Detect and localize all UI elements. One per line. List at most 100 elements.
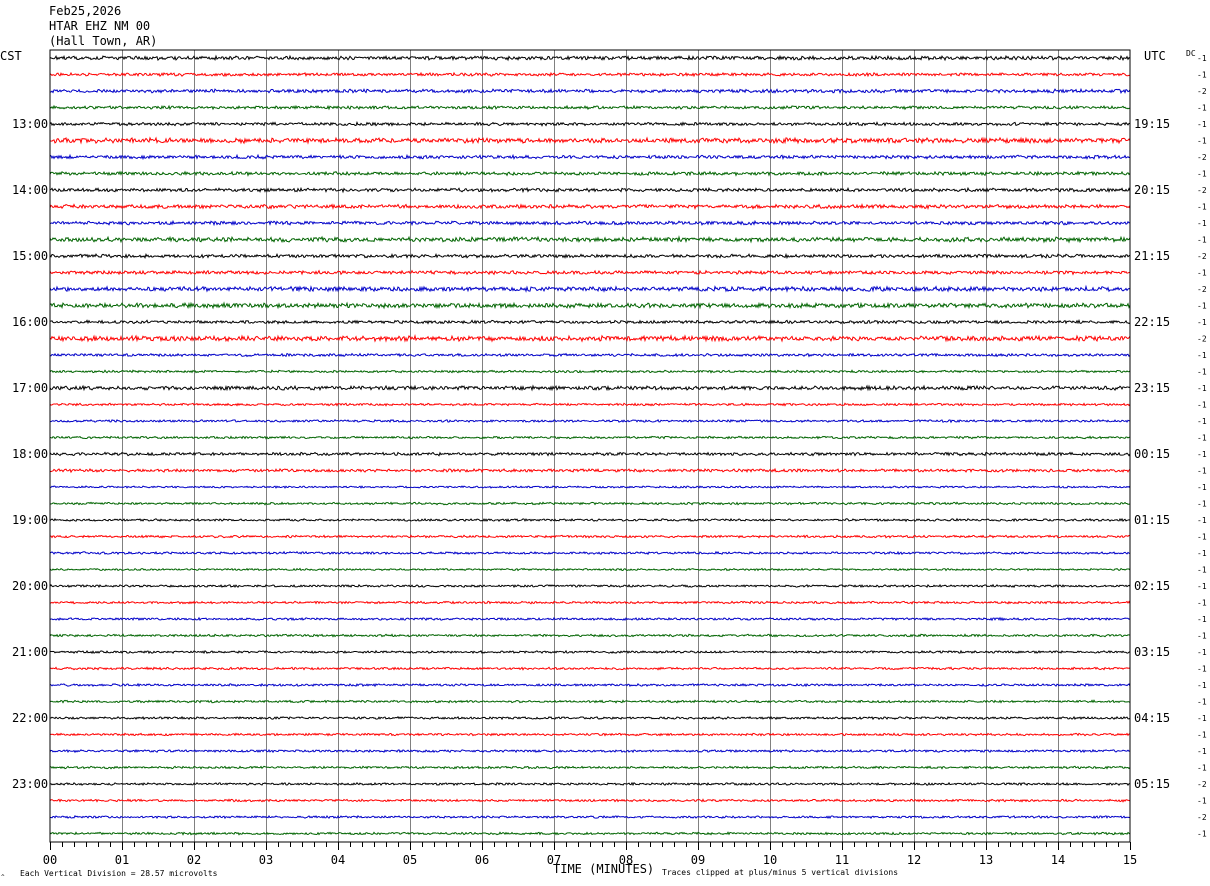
trace-row <box>49 170 1131 177</box>
left-zone-label: CST <box>0 49 22 63</box>
dc-offset-label: -1 <box>1197 698 1207 707</box>
trace-row <box>49 467 1131 474</box>
corner-mark: ^ <box>1 874 5 881</box>
cst-hour-label: 19:00 <box>12 513 48 527</box>
trace-row <box>49 781 1131 787</box>
dc-offset-label: -1 <box>1197 368 1207 377</box>
cst-hour-label: 23:00 <box>12 777 48 791</box>
x-tick-label: 00 <box>43 853 57 867</box>
dc-offset-label: -1 <box>1197 219 1207 228</box>
x-tick-label: 03 <box>259 853 273 867</box>
trace-row <box>49 333 1131 343</box>
dc-offset-label: -2 <box>1197 186 1207 195</box>
x-tick-label: 01 <box>115 853 129 867</box>
dc-offset-label: -1 <box>1197 318 1207 327</box>
x-tick-label: 10 <box>763 853 777 867</box>
x-tick-label: 06 <box>475 853 489 867</box>
cst-hour-label: 17:00 <box>12 381 48 395</box>
trace-row <box>49 583 1131 589</box>
utc-hour-label: 05:15 <box>1134 777 1170 791</box>
trace-row <box>49 319 1131 325</box>
utc-hour-label: 21:15 <box>1134 249 1170 263</box>
dc-offset-label: -1 <box>1197 351 1207 360</box>
trace-row <box>49 219 1131 227</box>
dc-offset-label: -2 <box>1197 285 1207 294</box>
trace-row <box>49 186 1131 194</box>
dc-offset-label: -1 <box>1197 302 1207 311</box>
utc-hour-label: 19:15 <box>1134 117 1170 131</box>
trace-row <box>49 814 1131 820</box>
dc-offset-label: -1 <box>1197 516 1207 525</box>
trace-row <box>49 235 1131 244</box>
dc-offset-label: -1 <box>1197 401 1207 410</box>
trace-row <box>49 699 1131 704</box>
cst-hour-label: 14:00 <box>12 183 48 197</box>
trace-row <box>49 715 1131 721</box>
trace-row <box>49 501 1131 506</box>
trace-row <box>49 798 1131 803</box>
x-tick-label: 13 <box>979 853 993 867</box>
trace-row <box>50 418 1131 424</box>
right-zone-label: UTC <box>1144 49 1166 63</box>
dc-offset-label: -1 <box>1197 500 1207 509</box>
dc-offset-label: -1 <box>1197 434 1207 443</box>
dc-offset-label: -1 <box>1197 417 1207 426</box>
trace-row <box>49 71 1131 78</box>
seismogram-page: Feb25,2026 HTAR EHZ NM 00 (Hall Town, AR… <box>0 0 1210 886</box>
dc-offset-label: -1 <box>1197 137 1207 146</box>
utc-hour-label: 00:15 <box>1134 447 1170 461</box>
dc-offset-label: -1 <box>1197 714 1207 723</box>
trace-row <box>49 616 1131 622</box>
utc-hour-label: 03:15 <box>1134 645 1170 659</box>
x-tick-label: 08 <box>619 853 633 867</box>
x-tick-label: 12 <box>907 853 921 867</box>
utc-hour-label: 23:15 <box>1134 381 1170 395</box>
trace-row <box>49 732 1131 737</box>
trace-row <box>49 649 1131 655</box>
trace-row <box>49 384 1131 392</box>
dc-offset-label: -2 <box>1197 335 1207 344</box>
dc-offset-label: -2 <box>1197 780 1207 789</box>
x-tick-label: 11 <box>835 853 849 867</box>
trace-row <box>49 54 1131 62</box>
dc-offset-label: -2 <box>1197 813 1207 822</box>
trace-row <box>49 104 1131 111</box>
dc-offset-label: -1 <box>1197 54 1207 63</box>
trace-row <box>49 402 1131 407</box>
trace-row <box>49 633 1131 638</box>
dc-offset-label: -1 <box>1197 830 1207 839</box>
x-tick-label: 02 <box>187 853 201 867</box>
trace-row <box>49 153 1131 161</box>
dc-offset-label: -1 <box>1197 648 1207 657</box>
grid-layer <box>122 50 1059 842</box>
trace-row <box>49 352 1131 358</box>
dc-offset-label: -1 <box>1197 582 1207 591</box>
clip-note: Traces clipped at plus/minus 5 vertical … <box>662 868 898 877</box>
x-axis-title: TIME (MINUTES) <box>553 862 654 876</box>
trace-row <box>49 567 1131 572</box>
trace-row <box>49 451 1131 457</box>
x-tick-label: 14 <box>1051 853 1065 867</box>
trace-row <box>49 269 1131 276</box>
dc-offset-label: -1 <box>1197 599 1207 608</box>
utc-hour-label: 02:15 <box>1134 579 1170 593</box>
trace-row <box>49 87 1131 95</box>
dc-offset-label: -1 <box>1197 104 1207 113</box>
trace-layer <box>49 54 1131 836</box>
dc-offset-label: -1 <box>1197 236 1207 245</box>
dc-offset-label: -2 <box>1197 252 1207 261</box>
utc-hour-label: 01:15 <box>1134 513 1170 527</box>
trace-row <box>49 252 1131 260</box>
utc-hour-label: 20:15 <box>1134 183 1170 197</box>
cst-hour-label: 16:00 <box>12 315 48 329</box>
trace-row <box>49 765 1131 770</box>
dc-offset-label: -1 <box>1197 203 1207 212</box>
helicorder-plot: CST UTC DC Each Vertical Division = 28.5… <box>0 49 1207 881</box>
trace-row <box>49 831 1131 836</box>
x-tick-label: 05 <box>403 853 417 867</box>
trace-row <box>50 600 1131 605</box>
utc-hour-label: 22:15 <box>1134 315 1170 329</box>
trace-row <box>49 284 1131 293</box>
trace-row <box>49 203 1131 211</box>
trace-row <box>49 682 1131 688</box>
